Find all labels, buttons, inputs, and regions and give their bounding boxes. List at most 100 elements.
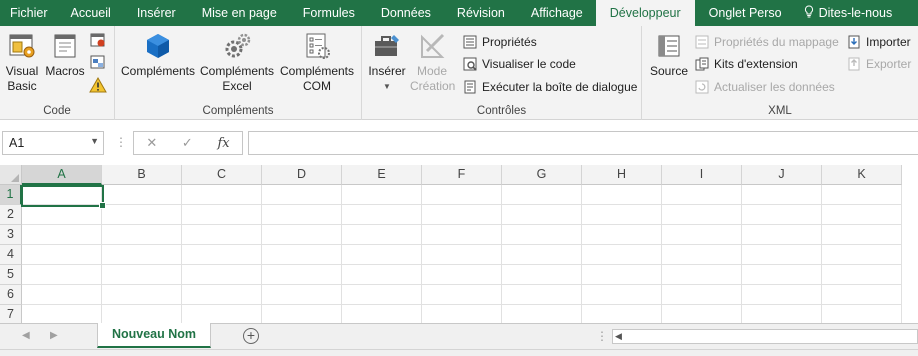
cell-j2[interactable] <box>742 205 822 225</box>
cell-f7[interactable] <box>422 305 502 323</box>
tab-onglet-perso[interactable]: Onglet Perso <box>695 0 796 26</box>
column-header-a[interactable]: A <box>22 165 102 185</box>
cell-b3[interactable] <box>102 225 182 245</box>
cell-b4[interactable] <box>102 245 182 265</box>
cell-i7[interactable] <box>662 305 742 323</box>
cell-g6[interactable] <box>502 285 582 305</box>
cell-b2[interactable] <box>102 205 182 225</box>
cell-j3[interactable] <box>742 225 822 245</box>
actualiser-donnees-button[interactable]: Actualiser les données <box>694 77 835 97</box>
cell-d3[interactable] <box>262 225 342 245</box>
inserer-control-button[interactable]: Insérer ▼ <box>366 30 408 94</box>
cell-g4[interactable] <box>502 245 582 265</box>
cell-j7[interactable] <box>742 305 822 323</box>
cell-c4[interactable] <box>182 245 262 265</box>
cell-a2[interactable] <box>22 205 102 225</box>
select-all-button[interactable] <box>0 165 22 185</box>
cell-a3[interactable] <box>22 225 102 245</box>
cell-a6[interactable] <box>22 285 102 305</box>
tab-formules[interactable]: Formules <box>290 0 368 26</box>
cell-c2[interactable] <box>182 205 262 225</box>
cell-c5[interactable] <box>182 265 262 285</box>
cell-j5[interactable] <box>742 265 822 285</box>
cell-g1[interactable] <box>502 185 582 205</box>
insert-function-icon[interactable]: fx <box>217 136 229 151</box>
name-box[interactable]: A1 ▼ <box>2 131 104 155</box>
cell-k7[interactable] <box>822 305 902 323</box>
cell-b1[interactable] <box>102 185 182 205</box>
cell-h5[interactable] <box>582 265 662 285</box>
exporter-button[interactable]: Exporter <box>846 54 911 74</box>
column-header-c[interactable]: C <box>182 165 262 185</box>
formula-input[interactable] <box>248 131 918 155</box>
complements-com-button[interactable]: Compléments COM <box>278 30 356 94</box>
column-header-d[interactable]: D <box>262 165 342 185</box>
cell-k6[interactable] <box>822 285 902 305</box>
importer-button[interactable]: Importer <box>846 32 911 52</box>
column-header-j[interactable]: J <box>742 165 822 185</box>
macros-button[interactable]: Macros <box>44 30 86 79</box>
cell-k4[interactable] <box>822 245 902 265</box>
cell-e6[interactable] <box>342 285 422 305</box>
row-header-5[interactable]: 5 <box>0 265 22 285</box>
cell-f3[interactable] <box>422 225 502 245</box>
cell-e1[interactable] <box>342 185 422 205</box>
complements-button[interactable]: Compléments <box>119 30 197 79</box>
cell-a4[interactable] <box>22 245 102 265</box>
cell-k1[interactable] <box>822 185 902 205</box>
cell-a7[interactable] <box>22 305 102 323</box>
cell-h3[interactable] <box>582 225 662 245</box>
cell-g3[interactable] <box>502 225 582 245</box>
tab-developpeur[interactable]: Développeur <box>595 0 695 26</box>
column-header-h[interactable]: H <box>582 165 662 185</box>
row-header-3[interactable]: 3 <box>0 225 22 245</box>
cell-e7[interactable] <box>342 305 422 323</box>
cell-c7[interactable] <box>182 305 262 323</box>
active-cell[interactable] <box>21 185 106 209</box>
complements-excel-button[interactable]: Compléments Excel <box>199 30 275 94</box>
cell-f6[interactable] <box>422 285 502 305</box>
executer-dialogue-button[interactable]: Exécuter la boîte de dialogue <box>462 77 637 97</box>
cell-f4[interactable] <box>422 245 502 265</box>
tab-dites-le-nous[interactable]: Dites-le-nous <box>796 0 901 26</box>
row-header-2[interactable]: 2 <box>0 205 22 225</box>
cell-i2[interactable] <box>662 205 742 225</box>
cell-d4[interactable] <box>262 245 342 265</box>
relative-references-icon[interactable] <box>89 54 107 70</box>
cell-e4[interactable] <box>342 245 422 265</box>
column-header-k[interactable]: K <box>822 165 902 185</box>
worksheet-grid[interactable]: ABCDEFGHIJK 1234567 <box>0 165 918 323</box>
scrollbar-thumb[interactable] <box>627 332 907 341</box>
tab-inserer[interactable]: Insérer <box>124 0 189 26</box>
cell-i6[interactable] <box>662 285 742 305</box>
cell-j6[interactable] <box>742 285 822 305</box>
visualiser-code-button[interactable]: Visualiser le code <box>462 54 576 74</box>
cell-g5[interactable] <box>502 265 582 285</box>
proprietes-mappage-button[interactable]: Propriétés du mappage <box>694 32 839 52</box>
cell-f2[interactable] <box>422 205 502 225</box>
column-header-f[interactable]: F <box>422 165 502 185</box>
cell-f5[interactable] <box>422 265 502 285</box>
row-header-6[interactable]: 6 <box>0 285 22 305</box>
cell-h4[interactable] <box>582 245 662 265</box>
tab-revision[interactable]: Révision <box>444 0 518 26</box>
scroll-left-icon[interactable]: ◀ <box>615 331 622 342</box>
tab-accueil[interactable]: Accueil <box>58 0 124 26</box>
row-header-1[interactable]: 1 <box>0 185 22 205</box>
cell-i5[interactable] <box>662 265 742 285</box>
cell-k5[interactable] <box>822 265 902 285</box>
kits-extension-button[interactable]: Kits d'extension <box>694 54 798 74</box>
mode-creation-button[interactable]: Mode Création <box>410 30 455 94</box>
tab-affichage[interactable]: Affichage <box>518 0 596 26</box>
cell-e5[interactable] <box>342 265 422 285</box>
cell-d1[interactable] <box>262 185 342 205</box>
cell-d6[interactable] <box>262 285 342 305</box>
sheet-tab-nouveau-nom[interactable]: Nouveau Nom <box>97 323 211 348</box>
cell-d7[interactable] <box>262 305 342 323</box>
cell-g2[interactable] <box>502 205 582 225</box>
cell-c1[interactable] <box>182 185 262 205</box>
formula-bar-resize-handle[interactable]: ⋮ <box>115 135 127 149</box>
cell-h6[interactable] <box>582 285 662 305</box>
record-macro-icon[interactable] <box>89 32 107 48</box>
enter-icon[interactable]: ✓ <box>182 135 193 151</box>
